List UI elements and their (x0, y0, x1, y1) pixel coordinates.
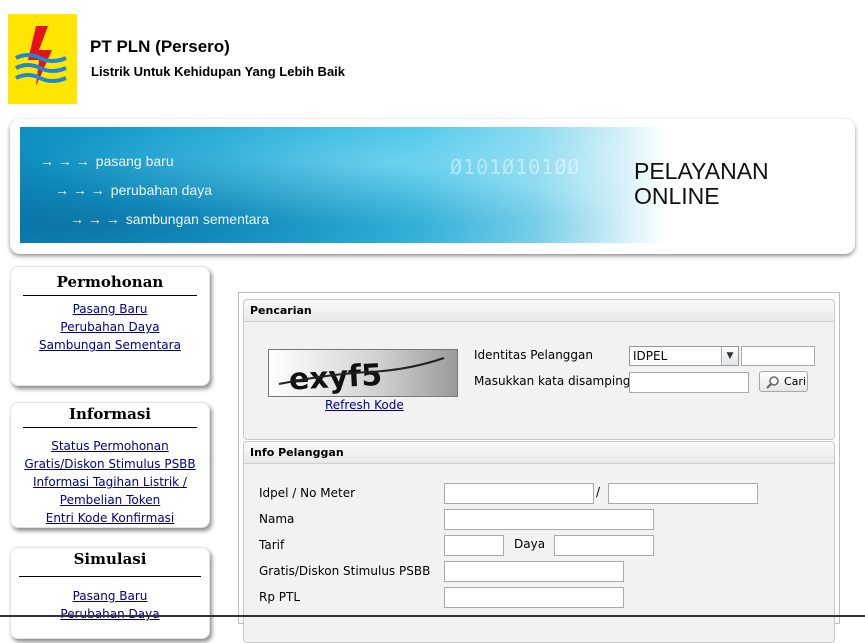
daya-label: Daya (514, 537, 546, 551)
captcha-input[interactable] (629, 372, 749, 393)
sidebar-informasi: Informasi Status Permohonan Gratis/Disko… (10, 402, 210, 528)
sidebar-permohonan-title: Permohonan (56, 273, 164, 291)
daya-field[interactable] (554, 535, 654, 556)
nama-label: Nama (259, 512, 295, 526)
nama-field[interactable] (444, 509, 654, 530)
arrow-icon: → → → (70, 211, 120, 227)
cari-button[interactable]: Cari (759, 371, 808, 392)
gratis-diskon-label: Gratis/Diskon Stimulus PSBB (259, 564, 431, 578)
pln-logo (8, 14, 77, 104)
sidebar-permohonan: Permohonan Pasang Baru Perubahan Daya Sa… (10, 266, 210, 386)
link-status-permohonan[interactable]: Status Permohonan (11, 437, 209, 455)
idpel-input[interactable] (741, 346, 815, 366)
company-tagline: Listrik Untuk Kehidupan Yang Lebih Baik (91, 64, 346, 79)
tarif-label: Tarif (259, 538, 285, 552)
rp-ptl-label: Rp PTL (259, 590, 301, 604)
sidebar-simulasi: Simulasi Pasang Baru Perubahan Daya (10, 547, 210, 639)
company-name: PT PLN (Persero) (90, 37, 230, 56)
idpel-meter-field[interactable] (444, 483, 594, 504)
link-pasang-baru[interactable]: Pasang Baru (11, 300, 209, 318)
sidebar-informasi-title: Informasi (68, 405, 152, 423)
no-meter-field[interactable] (608, 483, 758, 504)
separator-slash: / (596, 485, 601, 499)
gratis-diskon-field[interactable] (444, 561, 624, 582)
refresh-captcha-link[interactable]: Refresh Kode (325, 398, 404, 412)
idpel-meter-label: Idpel / No Meter (259, 486, 356, 500)
captcha-text: exyf5 (288, 358, 383, 396)
banner-line-pasang-baru: → → → pasang baru (40, 153, 174, 169)
captcha-image: exyf5 (268, 349, 458, 397)
search-icon (766, 376, 779, 389)
banner-line-sambungan-sementara: → → → sambungan sementara (70, 211, 269, 227)
identitas-label: Identitas Pelanggan (474, 348, 593, 362)
link-simulasi-pasang-baru[interactable]: Pasang Baru (11, 587, 209, 605)
link-gratis-diskon-psbb[interactable]: Gratis/Diskon Stimulus PSBB (11, 455, 209, 473)
link-informasi-tagihan[interactable]: Informasi Tagihan Listrik / (11, 473, 209, 491)
chevron-down-icon: ▼ (721, 347, 738, 365)
pln-lightning-logo-icon (15, 26, 67, 86)
pencarian-legend: Pencarian (244, 300, 834, 322)
arrow-icon: → → → (40, 153, 90, 169)
rp-ptl-field[interactable] (444, 587, 624, 608)
link-simulasi-perubahan-daya[interactable]: Perubahan Daya (11, 605, 209, 623)
kata-label: Masukkan kata disamping: (474, 374, 635, 388)
banner-title: PELAYANAN ONLINE (634, 158, 769, 209)
identitas-select[interactable]: IDPEL ▼ (629, 346, 739, 366)
tarif-field[interactable] (444, 535, 504, 556)
info-pelanggan-legend: Info Pelanggan (244, 442, 834, 464)
link-sambungan-sementara[interactable]: Sambungan Sementara (11, 336, 209, 354)
banner-binary-decoration: Ø101Ø101ØØ (450, 155, 581, 179)
link-pembelian-token[interactable]: Pembelian Token (11, 491, 209, 509)
arrow-icon: → → → (55, 182, 105, 198)
banner-line-perubahan-daya: → → → perubahan daya (55, 182, 212, 198)
link-perubahan-daya[interactable]: Perubahan Daya (11, 318, 209, 336)
link-entri-kode-konfirmasi[interactable]: Entri Kode Konfirmasi (11, 509, 209, 527)
sidebar-simulasi-title: Simulasi (73, 550, 147, 568)
